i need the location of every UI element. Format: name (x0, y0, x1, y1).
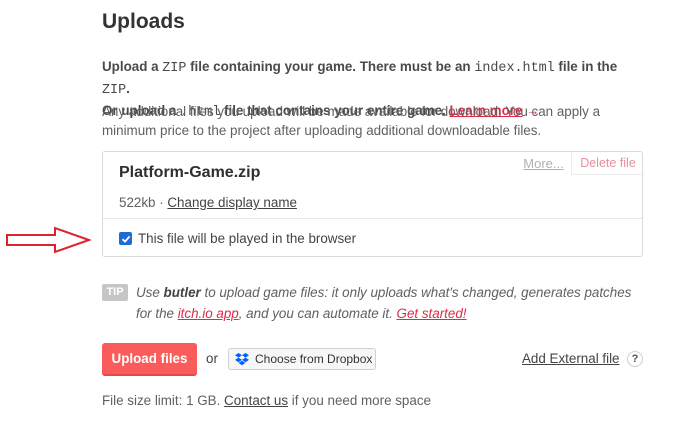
itch-app-link[interactable]: itch.io app (178, 306, 239, 321)
upload-files-button[interactable]: Upload files (102, 343, 197, 376)
dropbox-icon (235, 352, 249, 365)
tip-badge: TIP (102, 284, 128, 301)
more-button[interactable]: More... (516, 154, 571, 174)
section-title: Uploads (102, 10, 185, 33)
help-icon[interactable]: ? (627, 351, 643, 367)
play-in-browser-option[interactable]: This file will be played in the browser (119, 231, 356, 246)
additional-files-note: Any additional files you upload will be … (102, 104, 601, 138)
file-meta: 522kb · Change display name (119, 195, 297, 210)
play-in-browser-checkbox[interactable] (119, 232, 132, 245)
card-divider (103, 218, 642, 219)
butler-text: butler (163, 285, 201, 300)
uploaded-file-card: More... Delete file Platform-Game.zip 52… (102, 151, 644, 257)
play-in-browser-label: This file will be played in the browser (138, 231, 357, 246)
file-size: 522kb (119, 195, 156, 210)
get-started-link[interactable]: Get started! (397, 306, 467, 321)
change-display-name-link[interactable]: Change display name (167, 195, 297, 210)
delete-file-button[interactable]: Delete file (571, 152, 644, 175)
dropbox-label: Choose from Dropbox (255, 352, 373, 366)
add-external-file-link[interactable]: Add External file (522, 351, 620, 366)
file-name: Platform-Game.zip (119, 164, 261, 181)
check-icon (121, 235, 130, 243)
or-text: or (206, 351, 218, 366)
red-arrow-annotation-icon (6, 226, 91, 254)
file-size-limit: File size limit: 1 GB. Contact us if you… (102, 393, 431, 408)
contact-us-link[interactable]: Contact us (224, 393, 288, 408)
dropbox-button[interactable]: Choose from Dropbox (228, 348, 376, 370)
